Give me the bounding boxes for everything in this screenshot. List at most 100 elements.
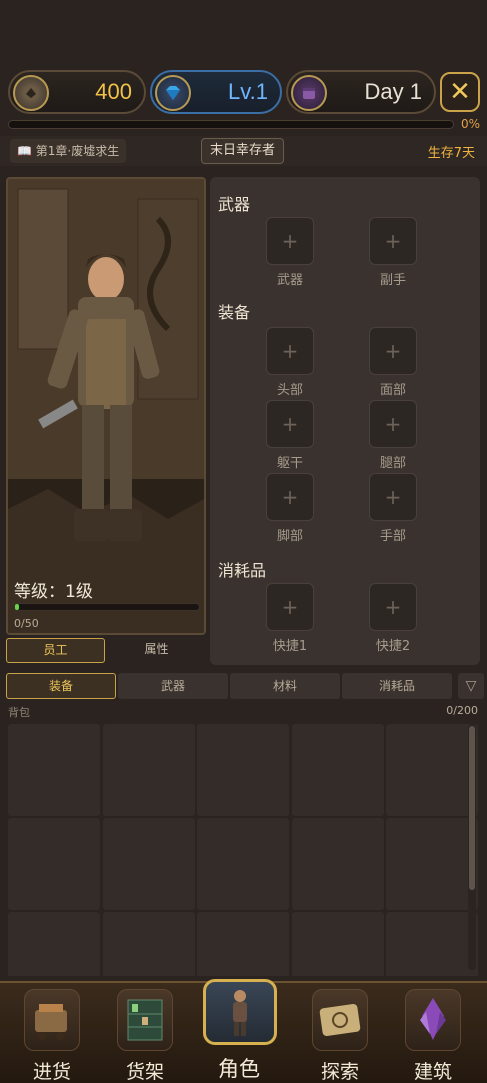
bag-count: 0/200 <box>446 704 478 717</box>
tab-weapons[interactable]: 武器 <box>118 673 228 699</box>
progress-track <box>8 120 454 129</box>
slot-weapon[interactable]: + 武器 <box>266 217 314 288</box>
section-title-weapons: 武器 <box>218 195 251 214</box>
tab-consumables[interactable]: 消耗品 <box>342 673 452 699</box>
character-tabs: 员工 属性 <box>6 638 206 664</box>
inventory-slot[interactable] <box>197 818 289 910</box>
diamond-icon <box>155 75 191 111</box>
slot-head[interactable]: + 头部 <box>266 327 314 398</box>
slot-feet[interactable]: + 脚部 <box>266 473 314 544</box>
add-icon: + <box>266 583 314 631</box>
resource-bar: 400 Lv.1 Day 1 ✕ <box>0 66 487 116</box>
slot-label: 武器 <box>276 273 303 288</box>
inventory-slot[interactable] <box>8 818 100 910</box>
shelf-icon <box>117 989 173 1051</box>
filter-button[interactable]: ▽ <box>458 673 484 699</box>
section-title-gear: 装备 <box>218 303 251 322</box>
slot-label: 头部 <box>276 383 303 398</box>
add-icon: + <box>369 217 417 265</box>
calendar-icon <box>291 75 327 111</box>
survive-goal: 生存7天 <box>427 146 475 161</box>
xp-bar <box>14 603 200 611</box>
slot-quick-1[interactable]: + 快捷1 <box>266 583 314 654</box>
inventory-slot[interactable] <box>8 724 100 816</box>
add-icon: + <box>266 473 314 521</box>
bottom-nav: 进货 货架 角色 探索 建筑 <box>0 979 487 1083</box>
close-button[interactable]: ✕ <box>440 72 480 112</box>
slot-offhand[interactable]: + 副手 <box>369 217 417 288</box>
filter-icon: ▽ <box>465 678 477 694</box>
tab-materials[interactable]: 材料 <box>230 673 340 699</box>
info-bar: 📖 第1章·废墟求生 末日幸存者 生存7天 <box>0 136 487 166</box>
tab-equipment[interactable]: 装备 <box>6 673 116 699</box>
slot-label: 躯干 <box>276 456 303 471</box>
title-badge[interactable]: 末日幸存者 <box>201 138 285 164</box>
inventory-slot[interactable] <box>386 818 478 910</box>
nav-label: 进货 <box>32 1061 71 1083</box>
character-icon <box>203 979 277 1045</box>
slot-label: 面部 <box>379 383 406 398</box>
inventory-slot[interactable] <box>102 724 195 816</box>
add-icon: + <box>266 327 314 375</box>
add-icon: + <box>266 400 314 448</box>
add-icon: + <box>369 583 417 631</box>
nav-item-shelves[interactable]: 货架 <box>105 983 185 1083</box>
inventory-slot[interactable] <box>291 912 384 976</box>
slot-label: 脚部 <box>276 529 303 544</box>
character-level: 等级：1级 <box>14 582 93 602</box>
nav-label: 建筑 <box>413 1061 452 1083</box>
book-icon: 📖 <box>17 144 32 158</box>
crystal-icon <box>405 989 461 1051</box>
progress-percent: 0% <box>460 117 480 131</box>
nav-item-restock[interactable]: 进货 <box>12 983 92 1083</box>
day-counter[interactable]: Day 1 <box>286 70 436 114</box>
slot-label: 副手 <box>379 273 406 288</box>
slot-label: 快捷1 <box>272 639 308 654</box>
nav-label: 探索 <box>320 1061 359 1083</box>
inventory-slot[interactable] <box>197 912 289 976</box>
nav-item-character[interactable]: 角色 <box>199 979 279 1083</box>
inventory-tabs: 装备 武器 材料 消耗品 ▽ <box>6 673 484 701</box>
tab-attributes[interactable]: 属性 <box>107 638 206 663</box>
inventory-grid <box>8 724 480 976</box>
chapter-text: 第1章·废墟求生 <box>35 144 120 158</box>
coin-icon <box>13 75 49 111</box>
slot-legs[interactable]: + 腿部 <box>369 400 417 471</box>
inventory-slot[interactable] <box>291 724 384 816</box>
xp-fill <box>15 604 19 610</box>
map-icon <box>312 989 368 1051</box>
slot-torso[interactable]: + 躯干 <box>266 400 314 471</box>
inventory-slot[interactable] <box>8 912 100 976</box>
equipment-panel: 武器 + 武器 + 副手 装备 + 头部 + 面部 + 躯干 + 腿部 + 脚部… <box>210 177 480 665</box>
slot-quick-2[interactable]: + 快捷2 <box>369 583 417 654</box>
inventory-slot[interactable] <box>197 724 289 816</box>
chapter-progress: 0% <box>8 117 480 132</box>
inventory-slot[interactable] <box>386 724 478 816</box>
slot-hands[interactable]: + 手部 <box>369 473 417 544</box>
level-value: Lv.1 <box>228 79 268 104</box>
inventory-slot[interactable] <box>386 912 478 976</box>
add-icon: + <box>369 473 417 521</box>
character-illustration <box>8 179 204 633</box>
inventory-slot[interactable] <box>102 912 195 976</box>
slot-label: 腿部 <box>379 456 406 471</box>
inventory-slot[interactable] <box>102 818 195 910</box>
scrollbar-thumb[interactable] <box>469 726 475 890</box>
tab-staff[interactable]: 员工 <box>6 638 105 663</box>
bag-label: 背包 <box>8 706 30 719</box>
section-title-consumables: 消耗品 <box>218 561 267 580</box>
nav-item-explore[interactable]: 探索 <box>300 983 380 1083</box>
close-icon: ✕ <box>449 77 471 107</box>
nav-label: 角色 <box>218 1057 260 1081</box>
inventory-scrollbar[interactable] <box>468 724 476 970</box>
nav-item-build[interactable]: 建筑 <box>393 983 473 1083</box>
coin-value: 400 <box>95 79 132 104</box>
slot-label: 快捷2 <box>375 639 411 654</box>
character-portrait: 等级：1级 0/50 <box>6 177 206 635</box>
coin-counter[interactable]: 400 <box>8 70 146 114</box>
day-value: Day 1 <box>364 79 422 104</box>
chapter-label[interactable]: 📖 第1章·废墟求生 <box>10 139 127 163</box>
inventory-slot[interactable] <box>291 818 384 910</box>
slot-face[interactable]: + 面部 <box>369 327 417 398</box>
level-badge[interactable]: Lv.1 <box>150 70 282 114</box>
